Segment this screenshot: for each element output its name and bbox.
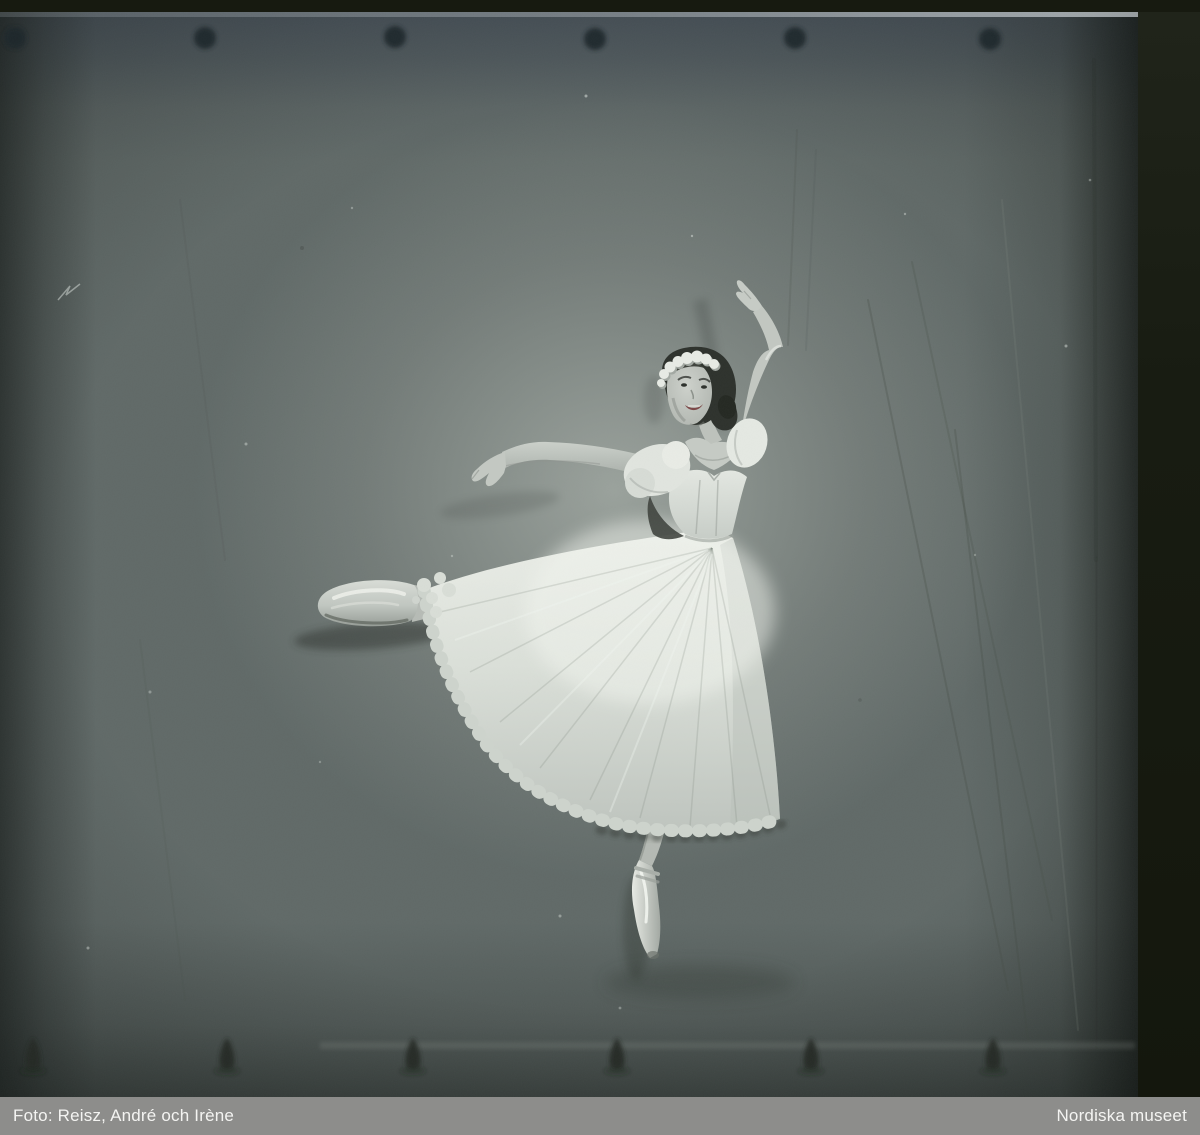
film-grain-overlay <box>0 12 1138 1097</box>
negative-photo-area <box>0 12 1138 1097</box>
photographer-credit: Foto: Reisz, André och Irène <box>13 1106 234 1126</box>
ballerina-illustration <box>0 12 1138 1097</box>
photo-scan-page: Foto: Reisz, André och Irène Nordiska mu… <box>0 0 1200 1135</box>
caption-bar: Foto: Reisz, André och Irène Nordiska mu… <box>0 1097 1200 1135</box>
museum-credit: Nordiska museet <box>1056 1106 1187 1126</box>
film-frame-right <box>1138 12 1200 1097</box>
film-frame-top <box>0 0 1200 12</box>
